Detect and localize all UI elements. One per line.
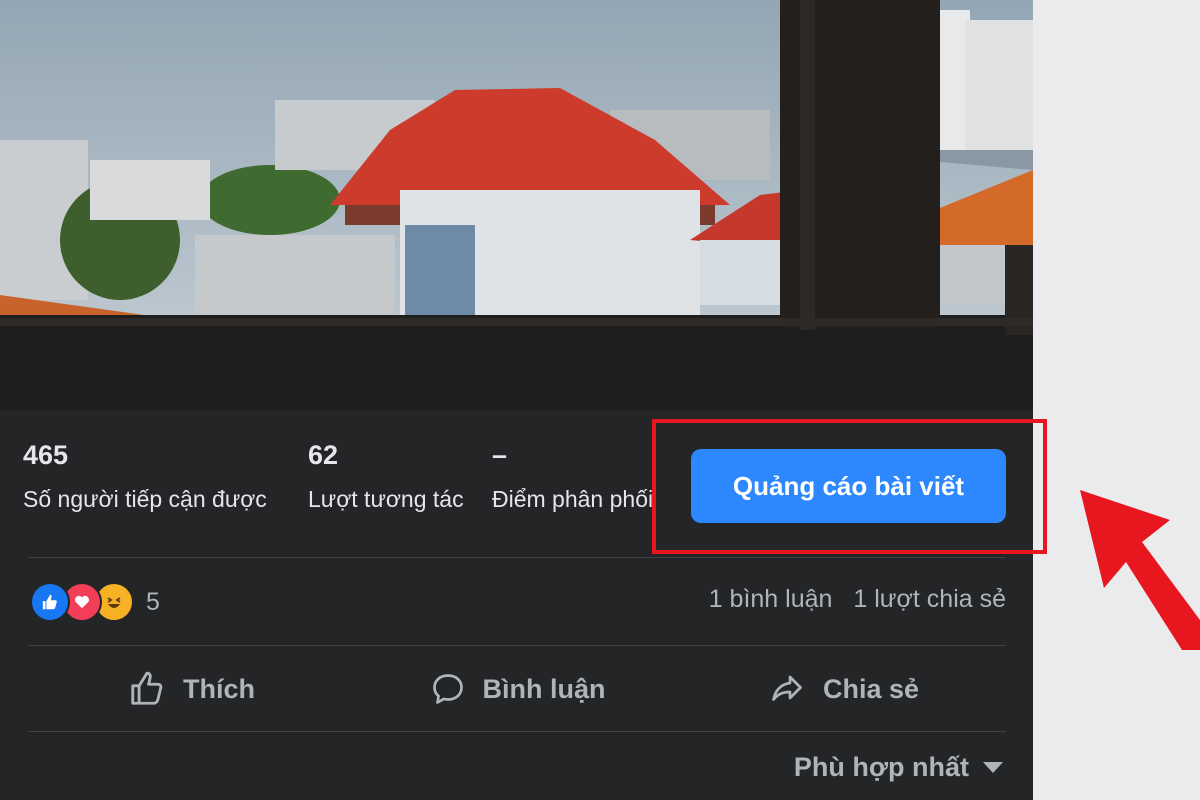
post-photo[interactable] bbox=[0, 0, 1033, 410]
stat-distribution-value: – bbox=[492, 440, 508, 470]
engagement-meta: 1 bình luận 1 lượt chia sẻ bbox=[695, 585, 1006, 614]
share-button[interactable]: Chia sẻ bbox=[680, 648, 1006, 730]
page-background bbox=[1033, 0, 1200, 800]
comment-count-link[interactable]: 1 bình luận bbox=[709, 585, 833, 613]
stat-engagement-value: 62 bbox=[308, 440, 339, 470]
reaction-count: 5 bbox=[146, 587, 160, 616]
divider bbox=[28, 645, 1006, 646]
comment-label: Bình luận bbox=[482, 673, 606, 704]
share-label: Chia sẻ bbox=[822, 673, 920, 704]
pointer-arrow-icon bbox=[1080, 490, 1200, 650]
caret-down-icon bbox=[983, 762, 1003, 773]
comment-button[interactable]: Bình luận bbox=[354, 648, 680, 730]
share-count-link[interactable]: 1 lượt chia sẻ bbox=[853, 585, 1006, 613]
highlight-annotation bbox=[652, 419, 1047, 554]
divider bbox=[28, 731, 1006, 732]
share-icon bbox=[772, 675, 802, 701]
like-button[interactable]: Thích bbox=[28, 648, 354, 730]
sort-label: Phù hợp nhất bbox=[793, 752, 969, 782]
stat-distribution-label: Điểm phân phối bbox=[492, 486, 654, 512]
like-icon bbox=[30, 582, 70, 622]
like-label: Thích bbox=[183, 673, 255, 704]
reaction-summary[interactable]: 5 bbox=[30, 582, 160, 622]
divider bbox=[28, 557, 1006, 558]
facebook-post: 465 Số người tiếp cận được 62 Lượt tương… bbox=[0, 0, 1033, 800]
thumbs-up-icon bbox=[131, 671, 163, 705]
comment-icon bbox=[432, 674, 463, 704]
stat-reach-label: Số người tiếp cận được bbox=[23, 486, 267, 512]
stat-engagement-label: Lượt tương tác bbox=[308, 486, 464, 512]
post-actions: Thích Bình luận Chia sẻ bbox=[28, 648, 1006, 730]
stat-reach-value: 465 bbox=[23, 440, 69, 470]
comment-sort-dropdown[interactable]: Phù hợp nhất bbox=[794, 752, 1003, 783]
